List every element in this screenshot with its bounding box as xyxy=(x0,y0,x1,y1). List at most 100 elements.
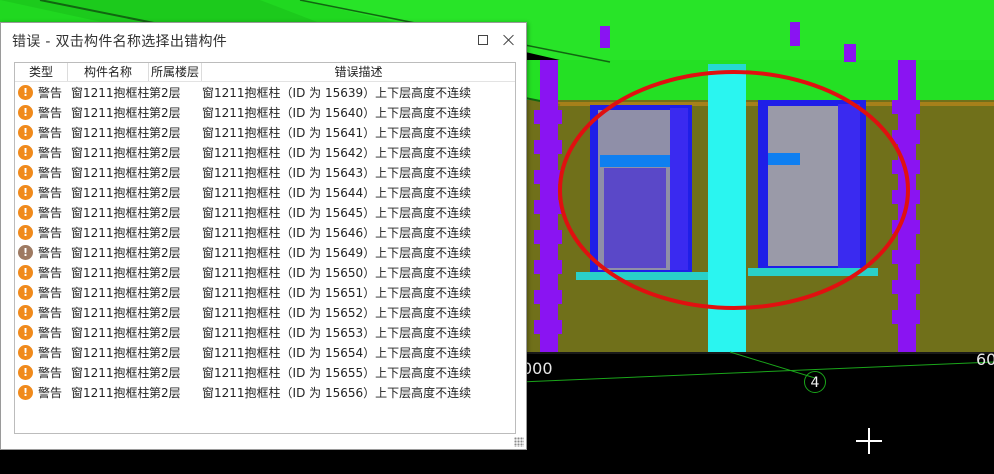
cell-component-name[interactable]: 窗1211抱框柱 xyxy=(68,144,150,161)
cell-description: 窗1211抱框柱（ID 为 15653）上下层高度不连续 xyxy=(202,325,472,340)
cell-type-text: 警告 xyxy=(38,105,63,120)
cell-floor: 第2层 xyxy=(149,225,181,240)
table-row[interactable]: ! 警告 窗1211抱框柱 第2层 窗1211抱框柱（ID 为 15643）上下层高度不… xyxy=(15,162,515,182)
list-rows: ! 警告 窗1211抱框柱 第2层 窗1211抱框柱（ID 为 15639）上下层高度不… xyxy=(15,82,515,402)
cell-type-text: 警告 xyxy=(38,125,63,140)
cell-type: ! 警告 xyxy=(15,164,68,181)
resize-grip-icon[interactable] xyxy=(514,437,524,447)
cell-type-text: 警告 xyxy=(38,85,63,100)
cell-component-name[interactable]: 窗1211抱框柱 xyxy=(68,184,150,201)
cell-component-name[interactable]: 窗1211抱框柱 xyxy=(68,344,150,361)
exclamation-circle-icon: ! xyxy=(18,244,33,260)
cell-description: 窗1211抱框柱（ID 为 15650）上下层高度不连续 xyxy=(202,265,472,280)
table-row[interactable]: ! 警告 窗1211抱框柱 第2层 窗1211抱框柱（ID 为 15639）上下层高度不… xyxy=(15,82,515,102)
cell-component-name[interactable]: 窗1211抱框柱 xyxy=(68,104,150,121)
exclamation-circle-icon: ! xyxy=(18,144,33,160)
cell-type-text: 警告 xyxy=(38,245,63,260)
exclamation-circle-icon: ! xyxy=(18,284,33,300)
cell-type: ! 警告 xyxy=(15,264,68,281)
cell-floor: 第2层 xyxy=(149,365,181,380)
cell-type-text: 警告 xyxy=(38,185,63,200)
cell-type: ! 警告 xyxy=(15,304,68,321)
cell-description: 窗1211抱框柱（ID 为 15644）上下层高度不连续 xyxy=(202,185,472,200)
cell-component-name[interactable]: 窗1211抱框柱 xyxy=(68,364,150,381)
column-header-description[interactable]: 错误描述 xyxy=(202,63,515,81)
exclamation-circle-icon: ! xyxy=(18,204,33,220)
table-row[interactable]: ! 警告 窗1211抱框柱 第2层 窗1211抱框柱（ID 为 15640）上下层高度不… xyxy=(15,102,515,122)
list-header: 类型 构件名称 所属楼层 错误描述 xyxy=(15,63,515,82)
cell-description: 窗1211抱框柱（ID 为 15656）上下层高度不连续 xyxy=(202,385,472,400)
cell-floor: 第2层 xyxy=(149,245,181,260)
cell-component-name[interactable]: 窗1211抱框柱 xyxy=(68,304,150,321)
cell-description: 窗1211抱框柱（ID 为 15655）上下层高度不连续 xyxy=(202,365,472,380)
column-header-type[interactable]: 类型 xyxy=(15,63,68,81)
cell-floor: 第2层 xyxy=(149,325,181,340)
table-row[interactable]: ! 警告 窗1211抱框柱 第2层 窗1211抱框柱（ID 为 15644）上下层高度不… xyxy=(15,182,515,202)
cell-description: 窗1211抱框柱（ID 为 15641）上下层高度不连续 xyxy=(202,125,472,140)
table-row[interactable]: ! 警告 窗1211抱框柱 第2层 窗1211抱框柱（ID 为 15655）上下层高度不… xyxy=(15,362,515,382)
cell-component-name[interactable]: 窗1211抱框柱 xyxy=(68,124,150,141)
cell-component-name[interactable]: 窗1211抱框柱 xyxy=(68,264,150,281)
cell-floor: 第2层 xyxy=(149,265,181,280)
cell-description: 窗1211抱框柱（ID 为 15651）上下层高度不连续 xyxy=(202,285,472,300)
maximize-icon[interactable] xyxy=(475,32,491,48)
cell-type-text: 警告 xyxy=(38,325,63,340)
cell-floor: 第2层 xyxy=(149,145,181,160)
cell-floor: 第2层 xyxy=(149,345,181,360)
cell-floor: 第2层 xyxy=(149,205,181,220)
table-row[interactable]: ! 警告 窗1211抱框柱 第2层 窗1211抱框柱（ID 为 15652）上下层高度不… xyxy=(15,302,515,322)
column-header-name[interactable]: 构件名称 xyxy=(68,63,149,81)
error-dialog[interactable]: 错误 - 双击构件名称选择出错构件 类型 构件名称 所属楼层 错误描述 ! 警告窗… xyxy=(0,22,527,450)
cell-component-name[interactable]: 窗1211抱框柱 xyxy=(68,384,150,401)
exclamation-circle-icon: ! xyxy=(18,224,33,240)
table-row[interactable]: ! 警告 窗1211抱框柱 第2层 窗1211抱框柱（ID 为 15651）上下层高度不… xyxy=(15,282,515,302)
cell-type: ! 警告 xyxy=(15,104,68,121)
exclamation-circle-icon: ! xyxy=(18,104,33,120)
cell-type-text: 警告 xyxy=(38,165,63,180)
cell-type: ! 警告 xyxy=(15,224,68,241)
exclamation-circle-icon: ! xyxy=(18,84,33,100)
dialog-title: 错误 - 双击构件名称选择出错构件 xyxy=(12,34,228,50)
error-list[interactable]: 类型 构件名称 所属楼层 错误描述 ! 警告 窗1211抱框柱 第2层 窗1211抱框柱… xyxy=(14,62,516,434)
dialog-title-bar[interactable]: 错误 - 双击构件名称选择出错构件 xyxy=(1,23,526,59)
cell-component-name[interactable]: 窗1211抱框柱 xyxy=(68,224,150,241)
cell-component-name[interactable]: 窗1211抱框柱 xyxy=(68,244,150,261)
exclamation-circle-icon: ! xyxy=(18,324,33,340)
cell-type: ! 警告 xyxy=(15,344,68,361)
cell-component-name[interactable]: 窗1211抱框柱 xyxy=(68,84,150,101)
cell-component-name[interactable]: 窗1211抱框柱 xyxy=(68,204,150,221)
table-row[interactable]: ! 警告 窗1211抱框柱 第2层 窗1211抱框柱（ID 为 15650）上下层高度不… xyxy=(15,262,515,282)
cell-description: 窗1211抱框柱（ID 为 15649）上下层高度不连续 xyxy=(202,245,472,260)
cell-description: 窗1211抱框柱（ID 为 15645）上下层高度不连续 xyxy=(202,205,472,220)
table-row[interactable]: ! 警告 窗1211抱框柱 第2层 窗1211抱框柱（ID 为 15653）上下层高度不… xyxy=(15,322,515,342)
cell-type: ! 警告 xyxy=(15,384,68,401)
cell-type-text: 警告 xyxy=(38,145,63,160)
cell-floor: 第2层 xyxy=(149,285,181,300)
table-row[interactable]: ! 警告 窗1211抱框柱 第2层 窗1211抱框柱（ID 为 15654）上下层高度不… xyxy=(15,342,515,362)
table-row[interactable]: ! 警告 窗1211抱框柱 第2层 窗1211抱框柱（ID 为 15649）上下层高度不… xyxy=(15,242,515,262)
cell-component-name[interactable]: 窗1211抱框柱 xyxy=(68,284,150,301)
cell-type-text: 警告 xyxy=(38,265,63,280)
cell-description: 窗1211抱框柱（ID 为 15643）上下层高度不连续 xyxy=(202,165,472,180)
table-row[interactable]: ! 警告 窗1211抱框柱 第2层 窗1211抱框柱（ID 为 15646）上下层高度不… xyxy=(15,222,515,242)
table-row[interactable]: ! 警告 窗1211抱框柱 第2层 窗1211抱框柱（ID 为 15642）上下层高度不… xyxy=(15,142,515,162)
axis-bubble: 4 xyxy=(804,371,826,393)
cell-type: ! 警告 xyxy=(15,124,68,141)
cell-type-text: 警告 xyxy=(38,225,63,240)
cell-type: ! 警告 xyxy=(15,84,68,101)
table-row[interactable]: ! 警告 窗1211抱框柱 第2层 窗1211抱框柱（ID 为 15656）上下层高度不… xyxy=(15,382,515,402)
cell-floor: 第2层 xyxy=(149,85,181,100)
cell-component-name[interactable]: 窗1211抱框柱 xyxy=(68,324,150,341)
cell-type: ! 警告 xyxy=(15,184,68,201)
cell-type-text: 警告 xyxy=(38,365,63,380)
column-header-floor[interactable]: 所属楼层 xyxy=(149,63,202,81)
exclamation-circle-icon: ! xyxy=(18,364,33,380)
exclamation-circle-icon: ! xyxy=(18,264,33,280)
exclamation-circle-icon: ! xyxy=(18,384,33,400)
cell-floor: 第2层 xyxy=(149,105,181,120)
table-row[interactable]: ! 警告 窗1211抱框柱 第2层 窗1211抱框柱（ID 为 15641）上下层高度不… xyxy=(15,122,515,142)
table-row[interactable]: ! 警告 窗1211抱框柱 第2层 窗1211抱框柱（ID 为 15645）上下层高度不… xyxy=(15,202,515,222)
cell-component-name[interactable]: 窗1211抱框柱 xyxy=(68,164,150,181)
close-icon[interactable] xyxy=(501,32,517,48)
cell-type-text: 警告 xyxy=(38,285,63,300)
